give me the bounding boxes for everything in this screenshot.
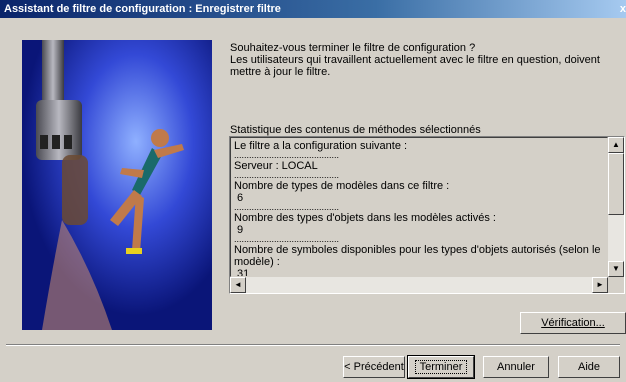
stat-value: 31 — [234, 268, 250, 277]
stat-separator: ........................................… — [234, 204, 340, 212]
verification-button[interactable]: Vérification... — [520, 312, 626, 334]
stat-line: Nombre de types de modèles dans ce filtr… — [234, 180, 450, 192]
runner-revolver-image — [22, 40, 212, 330]
scroll-up-icon[interactable]: ▲ — [608, 137, 624, 153]
help-button[interactable]: Aide — [558, 356, 620, 378]
stat-separator: ........................................… — [234, 236, 340, 244]
finish-button[interactable]: Terminer — [407, 355, 475, 379]
cancel-label: Annuler — [497, 361, 535, 373]
statistics-content-area: Le filtre a la configuration suivante : … — [230, 137, 608, 277]
stat-line: Le filtre a la configuration suivante : — [234, 140, 408, 152]
question-text: Souhaitez-vous terminer le filtre de con… — [230, 42, 476, 54]
stat-value: 9 — [234, 224, 244, 236]
statistics-listbox[interactable]: Le filtre a la configuration suivante : … — [229, 136, 625, 294]
stat-line: Nombre des types d'objets dans les modèl… — [234, 212, 496, 224]
horizontal-scrollbar[interactable]: ◄ ► — [230, 277, 608, 293]
scroll-left-icon[interactable]: ◄ — [230, 277, 246, 293]
previous-button[interactable]: < Précédent — [343, 356, 405, 378]
vertical-scrollbar[interactable]: ▲ ▼ — [608, 137, 624, 277]
intro-text: Souhaitez-vous terminer le filtre de con… — [230, 42, 620, 78]
wizard-illustration — [22, 40, 212, 330]
stat-value: 6 — [234, 192, 244, 204]
scroll-right-icon[interactable]: ► — [592, 277, 608, 293]
stat-line: Nombre de symboles disponibles pour les … — [234, 244, 601, 268]
verification-label: Vérification... — [541, 317, 605, 329]
stat-separator: ........................................… — [234, 172, 340, 180]
scrollbar-corner — [608, 277, 624, 293]
help-label: Aide — [577, 361, 601, 373]
cancel-button[interactable]: Annuler — [483, 356, 549, 378]
vertical-scroll-thumb[interactable] — [608, 153, 624, 215]
finish-label: Terminer — [414, 360, 468, 374]
update-note: Les utilisateurs qui travaillent actuell… — [230, 54, 600, 78]
close-icon[interactable]: x — [620, 0, 626, 18]
footer-divider — [6, 344, 620, 346]
statistics-label: Statistique des contenus de méthodes sél… — [230, 124, 481, 136]
stat-separator: ........................................… — [234, 152, 340, 160]
scroll-down-icon[interactable]: ▼ — [608, 261, 624, 277]
stat-line: Serveur : LOCAL — [234, 160, 318, 172]
previous-prefix: < — [344, 361, 354, 373]
window-title: Assistant de filtre de configuration : E… — [4, 3, 281, 15]
previous-label: Précédent — [353, 361, 404, 373]
title-bar: Assistant de filtre de configuration : E… — [0, 0, 626, 18]
